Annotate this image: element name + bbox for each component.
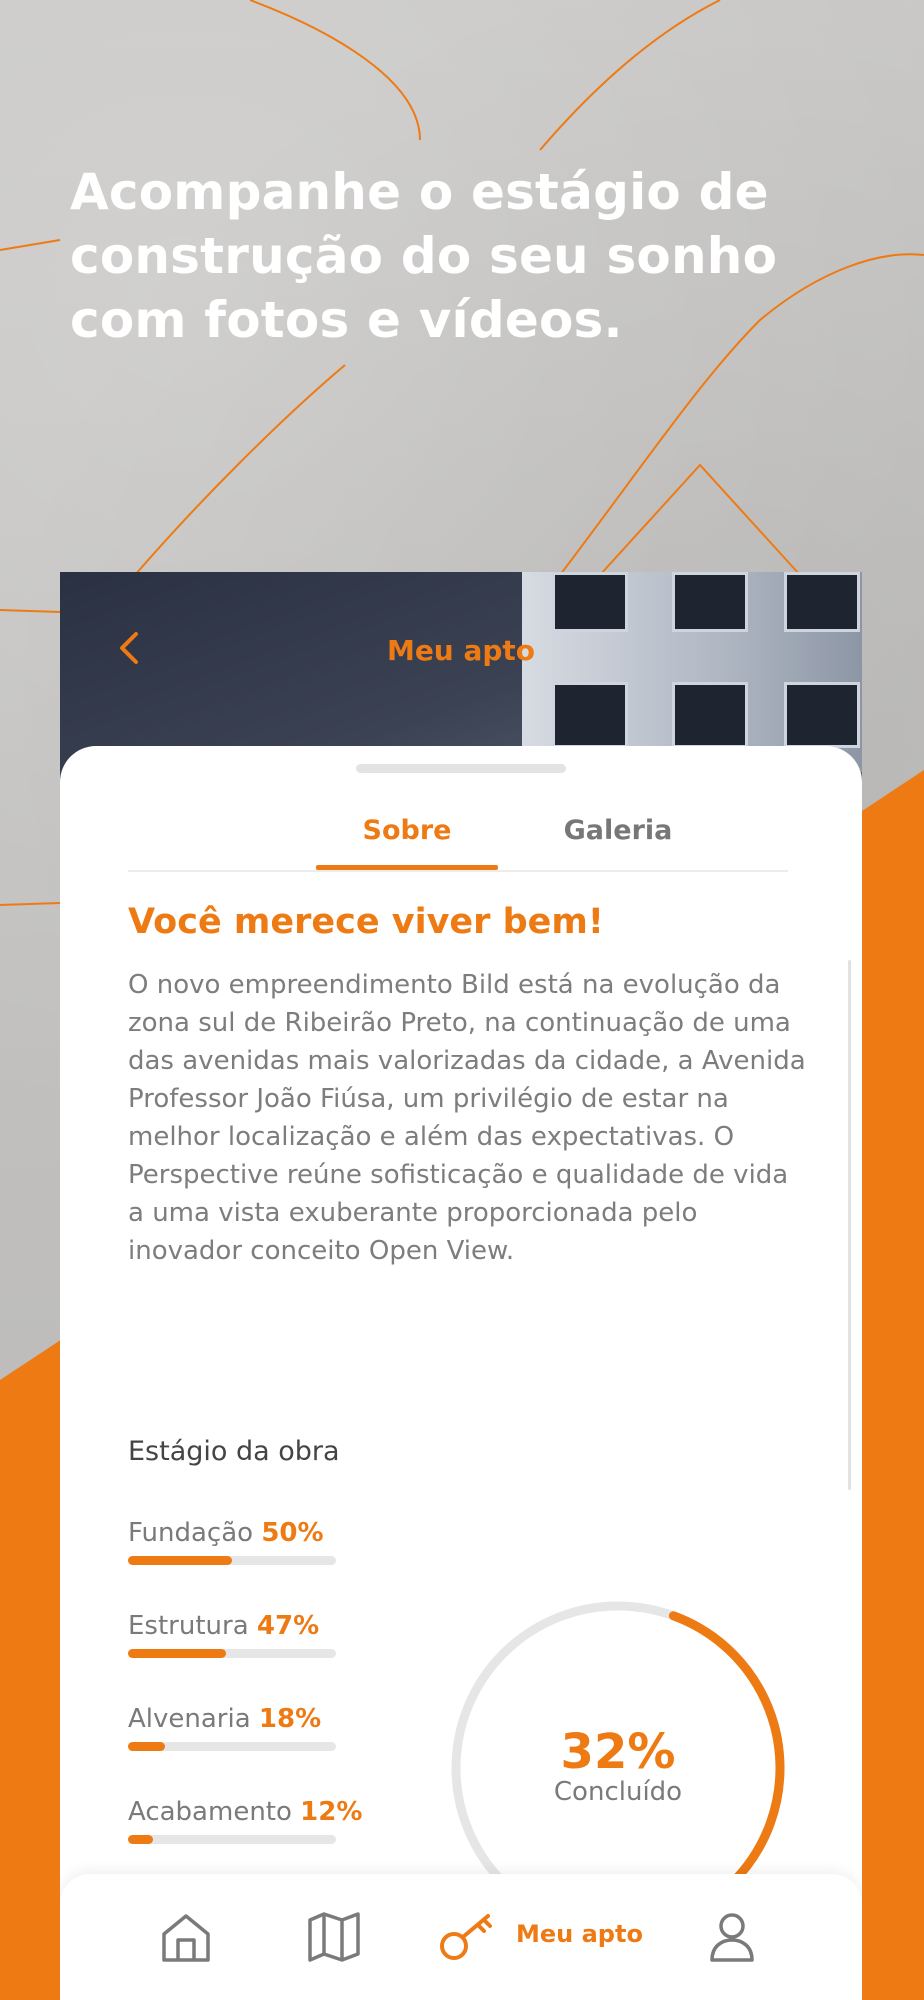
stage-title: Estágio da obra: [128, 1436, 340, 1467]
user-icon: [710, 1913, 754, 1962]
scrollbar[interactable]: [848, 960, 851, 1490]
window: [784, 682, 860, 748]
stage-label-row: Estrutura 47%: [128, 1611, 428, 1641]
phone-screen: Meu apto Sobre Galeria Você merece viver…: [60, 572, 862, 2000]
overall-caption: Concluído: [553, 1777, 683, 1807]
nav-meu-apto[interactable]: Meu apto: [438, 1908, 643, 1968]
ring-label: 32% Concluído: [448, 1726, 788, 1806]
headline-line: Acompanhe o estágio de: [70, 163, 769, 221]
headline-line: com fotos e vídeos.: [70, 291, 623, 349]
stage-percent: 50%: [261, 1518, 324, 1548]
stage-item: Estrutura 47%: [128, 1611, 428, 1658]
building-photo: [522, 572, 862, 772]
key-icon: [440, 1914, 492, 1960]
stage-label: Alvenaria: [128, 1704, 251, 1734]
progress-bar: [128, 1835, 336, 1844]
stage-label: Fundação: [128, 1518, 254, 1548]
content-sheet: Sobre Galeria Você merece viver bem! O n…: [60, 746, 862, 2000]
stage-percent: 12%: [300, 1797, 363, 1827]
stage-label: Acabamento: [128, 1797, 292, 1827]
stage-percent: 18%: [258, 1704, 322, 1734]
page-title: Meu apto: [386, 634, 536, 667]
progress-fill: [128, 1649, 226, 1658]
nav-map[interactable]: [306, 1908, 362, 1968]
progress-bar: [128, 1742, 336, 1751]
headline-line: construção do seu sonho: [70, 227, 778, 285]
tab-sobre[interactable]: Sobre: [316, 806, 498, 870]
window: [672, 572, 748, 632]
window: [552, 572, 628, 632]
tab-galeria[interactable]: Galeria: [528, 806, 708, 868]
stage-item: Fundação 50%: [128, 1518, 428, 1565]
progress-bar: [128, 1649, 336, 1658]
nav-label-meu-apto: Meu apto: [516, 1920, 643, 1948]
progress-fill: [128, 1556, 232, 1565]
promo-headline: Acompanhe o estágio de construção do seu…: [70, 160, 850, 352]
progress-bar: [128, 1556, 336, 1565]
nav-home[interactable]: [158, 1908, 214, 1968]
window: [784, 572, 860, 632]
stage-label-row: Fundação 50%: [128, 1518, 428, 1548]
bottom-navigation: Meu apto: [60, 1874, 862, 2000]
map-icon: [308, 1912, 360, 1962]
stage-item: Alvenaria 18%: [128, 1704, 428, 1751]
section-title: Você merece viver bem!: [128, 902, 604, 942]
home-icon: [162, 1914, 210, 1962]
tab-bar: Sobre Galeria: [128, 806, 788, 872]
nav-profile[interactable]: [704, 1908, 760, 1968]
progress-fill: [128, 1742, 166, 1751]
overall-percent: 32%: [560, 1724, 676, 1780]
sheet-grabber[interactable]: [356, 764, 566, 773]
stage-item: Acabamento 12%: [128, 1797, 428, 1844]
stage-label: Estrutura: [128, 1611, 249, 1641]
description-text: O novo empreendimento Bild está na evolu…: [128, 970, 806, 1266]
window: [552, 682, 628, 748]
progress-fill: [128, 1835, 153, 1844]
window: [672, 682, 748, 748]
stage-percent: 47%: [256, 1611, 320, 1641]
stage-label-row: Alvenaria 18%: [128, 1704, 428, 1734]
stage-label-row: Acabamento 12%: [128, 1797, 428, 1827]
